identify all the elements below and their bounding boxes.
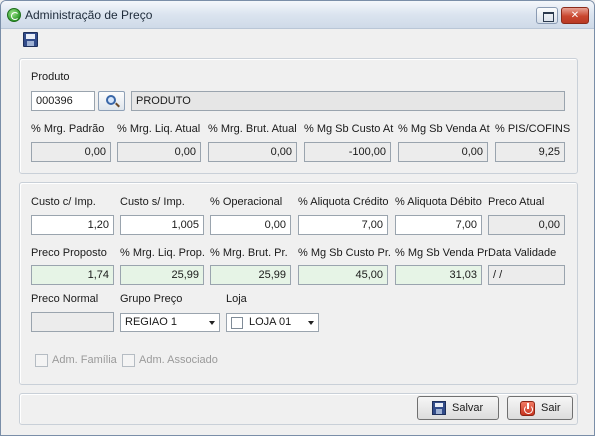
mrg-liq-atual-field: 0,00 (117, 142, 201, 162)
exit-button[interactable]: Sair (507, 396, 573, 420)
mrg-liq-atual-label: % Mrg. Liq. Atual (117, 123, 201, 135)
data-validade-label: Data Validade (488, 247, 557, 259)
restore-button[interactable] (536, 7, 558, 24)
custo-c-imp-field[interactable]: 1,20 (31, 215, 114, 235)
save-button[interactable]: Salvar (417, 396, 499, 420)
loja-value: LOJA 01 (249, 316, 292, 328)
loja-checkbox[interactable] (231, 317, 243, 329)
preco-atual-label: Preco Atual (488, 196, 545, 208)
grupo-preco-select[interactable]: REGIAO 1 (120, 313, 220, 332)
app-icon (7, 8, 21, 22)
pis-cofins-field: 9,25 (495, 142, 565, 162)
adm-familia-checkbox[interactable] (35, 354, 48, 367)
adm-familia-label: Adm. Família (52, 354, 117, 366)
save-button-label: Salvar (452, 402, 484, 414)
aliquota-debito-label: % Aliquota Débito (395, 196, 482, 208)
custo-c-imp-label: Custo c/ Imp. (31, 196, 96, 208)
preco-proposto-field[interactable]: 1,74 (31, 265, 114, 285)
adm-associado-checkbox[interactable] (122, 354, 135, 367)
preco-proposto-label: Preco Proposto (31, 247, 107, 259)
loja-label: Loja (226, 293, 247, 305)
produto-label: Produto (31, 71, 70, 83)
aliquota-credito-field[interactable]: 7,00 (298, 215, 388, 235)
custo-s-imp-label: Custo s/ Imp. (120, 196, 185, 208)
mg-sb-custo-at-label: % Mg Sb Custo At (304, 123, 394, 135)
title-bar: Administração de Preço (1, 1, 594, 29)
search-product-button[interactable] (98, 91, 125, 111)
operacional-field[interactable]: 0,00 (210, 215, 291, 235)
aliquota-credito-label: % Aliquota Crédito (298, 196, 389, 208)
aliquota-debito-field[interactable]: 7,00 (395, 215, 482, 235)
main-window: Administração de Preço Produto 000396 PR… (0, 0, 595, 436)
data-validade-field[interactable]: / / (488, 265, 565, 285)
power-icon (520, 401, 535, 416)
mrg-padrao-field: 0,00 (31, 142, 111, 162)
mg-sb-venda-at-label: % Mg Sb Venda At (398, 123, 490, 135)
toolbar-save-icon[interactable] (23, 32, 38, 47)
mrg-liq-prop-field[interactable]: 25,99 (120, 265, 204, 285)
exit-button-label: Sair (541, 402, 561, 414)
mg-sb-custo-at-field: -100,00 (304, 142, 391, 162)
close-button[interactable] (561, 7, 589, 24)
operacional-label: % Operacional (210, 196, 283, 208)
mrg-brut-atual-field: 0,00 (208, 142, 297, 162)
mrg-brut-pr-field[interactable]: 25,99 (210, 265, 291, 285)
mg-sb-venda-pr-label: % Mg Sb Venda Pr (395, 247, 488, 259)
mg-sb-venda-at-field: 0,00 (398, 142, 488, 162)
mrg-brut-pr-label: % Mrg. Brut. Pr. (210, 247, 288, 259)
preco-normal-label: Preco Normal (31, 293, 99, 305)
mg-sb-custo-pr-label: % Mg Sb Custo Pr. (298, 247, 391, 259)
chevron-down-icon (308, 321, 314, 325)
chevron-down-icon (209, 321, 215, 325)
mg-sb-venda-pr-field[interactable]: 31,03 (395, 265, 482, 285)
loja-select[interactable]: LOJA 01 (226, 313, 319, 332)
grupo-preco-value: REGIAO 1 (125, 316, 177, 328)
mg-sb-custo-pr-field[interactable]: 45,00 (298, 265, 388, 285)
mrg-padrao-label: % Mrg. Padrão (31, 123, 105, 135)
mrg-brut-atual-label: % Mrg. Brut. Atual (208, 123, 297, 135)
produto-code-field[interactable]: 000396 (31, 91, 95, 111)
custo-s-imp-field[interactable]: 1,005 (120, 215, 204, 235)
window-title: Administração de Preço (25, 8, 153, 22)
adm-associado-label: Adm. Associado (139, 354, 218, 366)
pis-cofins-label: % PIS/COFINS (495, 123, 571, 135)
preco-normal-field (31, 312, 114, 332)
preco-atual-field: 0,00 (488, 215, 565, 235)
disk-icon (432, 401, 446, 415)
produto-name-field: PRODUTO (131, 91, 565, 111)
grupo-preco-label: Grupo Preço (120, 293, 183, 305)
mrg-liq-prop-label: % Mrg. Liq. Prop. (120, 247, 205, 259)
